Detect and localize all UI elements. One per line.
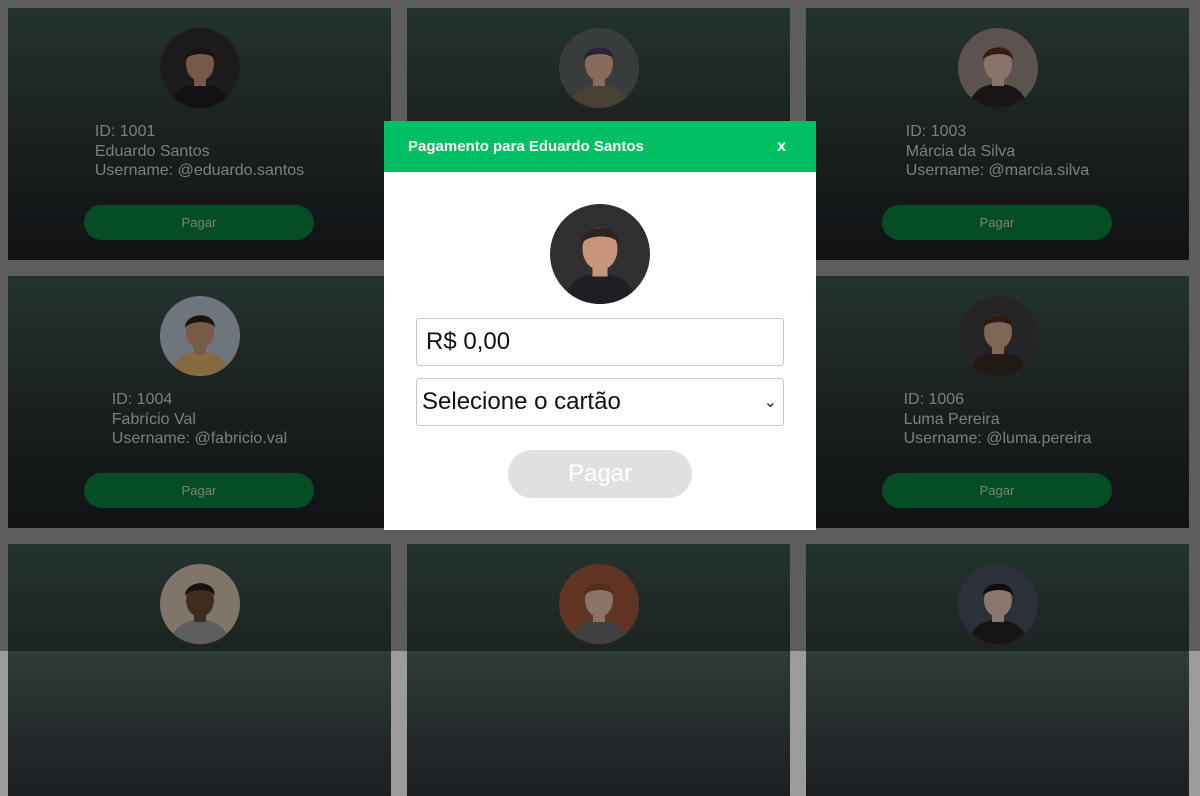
amount-input[interactable] — [416, 318, 784, 366]
modal-avatar — [550, 204, 650, 304]
chevron-down-icon: ⌄ — [763, 394, 777, 411]
modal-pay-button[interactable]: Pagar — [508, 450, 692, 498]
modal-header: Pagamento para Eduardo Santos x — [384, 121, 816, 172]
close-button[interactable]: x — [777, 138, 786, 156]
payment-modal: Pagamento para Eduardo Santos x Selecion… — [384, 121, 816, 530]
person-dark-hair-icon — [550, 204, 650, 304]
card-select[interactable]: Selecione o cartão ⌄ — [416, 378, 784, 426]
card-select-label: Selecione o cartão — [422, 388, 621, 415]
modal-title: Pagamento para Eduardo Santos — [408, 138, 644, 155]
